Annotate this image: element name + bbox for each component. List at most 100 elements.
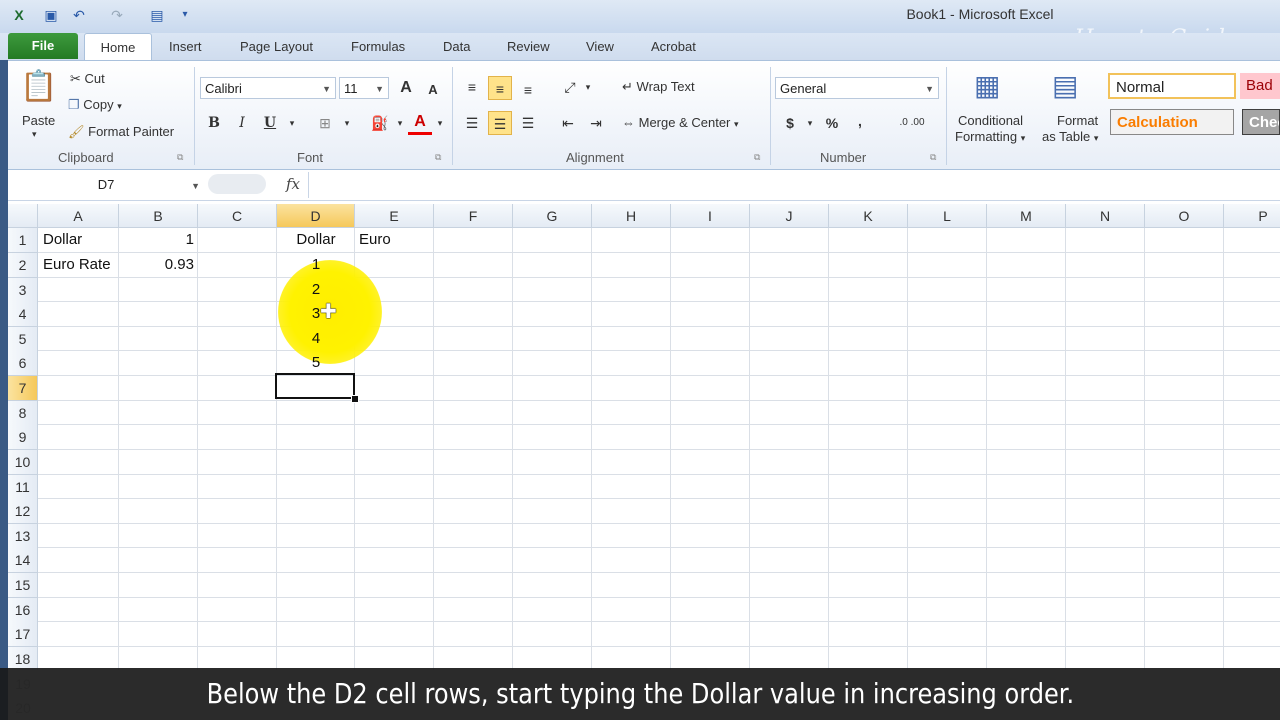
row-header-10[interactable]: 10	[8, 450, 38, 475]
tab-page-layout[interactable]: Page Layout	[240, 39, 313, 54]
cell-b2[interactable]: 0.93	[119, 253, 194, 277]
row-header-8[interactable]: 8	[8, 401, 38, 426]
style-bad[interactable]: Bad	[1240, 73, 1280, 99]
row-header-6[interactable]: 6	[8, 351, 38, 376]
column-header-m[interactable]: M	[987, 204, 1066, 228]
font-color-dropdown-icon[interactable]: ▾	[428, 111, 452, 135]
row-header-17[interactable]: 17	[8, 622, 38, 647]
worksheet-grid[interactable]: A B C D E F G H I J K L M N O P 1 2 3 4 …	[8, 204, 1280, 670]
tab-file[interactable]: File	[8, 33, 78, 59]
align-center-icon[interactable]: ☰	[488, 111, 512, 135]
wrap-text-button[interactable]: ↵ Wrap Text	[622, 79, 695, 95]
underline-dropdown-icon[interactable]: ▾	[280, 111, 304, 135]
underline-button[interactable]: U	[258, 111, 282, 135]
align-bottom-icon[interactable]: ≡	[516, 78, 540, 102]
clipboard-launcher-icon[interactable]: ⧉	[177, 152, 183, 163]
column-header-b[interactable]: B	[119, 204, 198, 228]
column-header-l[interactable]: L	[908, 204, 987, 228]
row-header-14[interactable]: 14	[8, 548, 38, 573]
insert-function-button[interactable]: fx	[286, 175, 300, 193]
style-normal[interactable]: Normal	[1108, 73, 1236, 99]
cell-d2[interactable]: 1	[277, 253, 355, 277]
orientation-dropdown-icon[interactable]: ▾	[576, 75, 600, 99]
shrink-font-button[interactable]: A	[421, 78, 445, 102]
comma-button[interactable]: ,	[848, 109, 872, 133]
paste-dropdown-icon[interactable]: ▾	[32, 129, 37, 140]
paste-icon[interactable]: 📋	[20, 69, 60, 105]
formula-input[interactable]	[312, 174, 1272, 196]
fill-handle[interactable]	[351, 395, 359, 403]
row-header-18[interactable]: 18	[8, 647, 38, 670]
align-right-icon[interactable]: ☰	[516, 111, 540, 135]
column-header-d[interactable]: D	[277, 204, 355, 228]
grow-font-button[interactable]: A	[394, 76, 418, 100]
conditional-formatting-button[interactable]: Conditional	[958, 113, 1023, 128]
column-header-e[interactable]: E	[355, 204, 434, 228]
tab-home[interactable]: Home	[84, 33, 152, 62]
column-header-i[interactable]: I	[671, 204, 750, 228]
formula-bar-grip[interactable]	[208, 174, 266, 194]
cell-b1[interactable]: 1	[119, 228, 194, 252]
style-calculation[interactable]: Calculation	[1110, 109, 1234, 135]
align-top-icon[interactable]: ≡	[460, 75, 484, 99]
number-format-box[interactable]: General ▼	[775, 77, 939, 99]
column-header-j[interactable]: J	[750, 204, 829, 228]
cell-a1[interactable]: Dollar	[43, 228, 82, 252]
cell-a2[interactable]: Euro Rate	[43, 253, 111, 277]
column-header-f[interactable]: F	[434, 204, 513, 228]
italic-button[interactable]: I	[230, 111, 254, 135]
row-header-5[interactable]: 5	[8, 327, 38, 352]
column-header-g[interactable]: G	[513, 204, 592, 228]
column-header-n[interactable]: N	[1066, 204, 1145, 228]
format-as-table-button[interactable]: Format	[1057, 113, 1098, 128]
select-all-corner[interactable]	[8, 204, 38, 228]
cell-d3[interactable]: 2	[277, 278, 355, 302]
row-header-9[interactable]: 9	[8, 425, 38, 450]
cell-d6[interactable]: 5	[277, 351, 355, 375]
tab-view[interactable]: View	[586, 39, 614, 54]
decimal-buttons[interactable]: .0 .00	[888, 111, 936, 135]
borders-icon[interactable]: ⊞	[313, 111, 337, 135]
font-name-box[interactable]: Calibri ▼	[200, 77, 336, 99]
paste-button[interactable]: Paste	[22, 113, 55, 128]
cut-button[interactable]: ✂ Cut	[70, 71, 105, 87]
format-painter-button[interactable]: 🖌 Format Painter	[68, 124, 174, 140]
row-header-13[interactable]: 13	[8, 524, 38, 549]
column-header-h[interactable]: H	[592, 204, 671, 228]
column-header-o[interactable]: O	[1145, 204, 1224, 228]
alignment-launcher-icon[interactable]: ⧉	[754, 152, 760, 163]
borders-dropdown-icon[interactable]: ▾	[335, 111, 359, 135]
row-header-16[interactable]: 16	[8, 598, 38, 623]
tab-formulas[interactable]: Formulas	[351, 39, 405, 54]
name-box[interactable]: D7 ▼	[8, 174, 204, 196]
row-header-7[interactable]: 7	[8, 376, 38, 401]
tab-insert[interactable]: Insert	[169, 39, 202, 54]
tab-review[interactable]: Review	[507, 39, 550, 54]
copy-button[interactable]: ❐ Copy ▾	[68, 97, 122, 113]
font-size-box[interactable]: 11 ▼	[339, 77, 389, 99]
currency-dropdown-icon[interactable]: ▾	[798, 111, 822, 135]
increase-indent-icon[interactable]: ⇥	[584, 111, 608, 135]
row-header-15[interactable]: 15	[8, 573, 38, 598]
row-header-2[interactable]: 2	[8, 253, 38, 278]
cell-d1[interactable]: Dollar	[277, 228, 355, 252]
bold-button[interactable]: B	[202, 111, 226, 135]
column-header-a[interactable]: A	[38, 204, 119, 228]
percent-button[interactable]: %	[820, 111, 844, 135]
column-header-c[interactable]: C	[198, 204, 277, 228]
cell-e1[interactable]: Euro	[359, 228, 391, 252]
align-middle-icon[interactable]: ≡	[488, 76, 512, 100]
tab-data[interactable]: Data	[443, 39, 470, 54]
align-left-icon[interactable]: ☰	[460, 111, 484, 135]
cell-d4[interactable]: 3	[277, 302, 355, 326]
row-header-11[interactable]: 11	[8, 475, 38, 500]
row-header-4[interactable]: 4	[8, 302, 38, 327]
tab-acrobat[interactable]: Acrobat	[651, 39, 696, 54]
style-check-cell[interactable]: Chec	[1242, 109, 1280, 135]
row-header-1[interactable]: 1	[8, 228, 38, 253]
row-header-3[interactable]: 3	[8, 278, 38, 303]
decrease-indent-icon[interactable]: ⇤	[556, 111, 580, 135]
row-header-12[interactable]: 12	[8, 499, 38, 524]
cell-d5[interactable]: 4	[277, 327, 355, 351]
column-header-p[interactable]: P	[1224, 204, 1280, 228]
